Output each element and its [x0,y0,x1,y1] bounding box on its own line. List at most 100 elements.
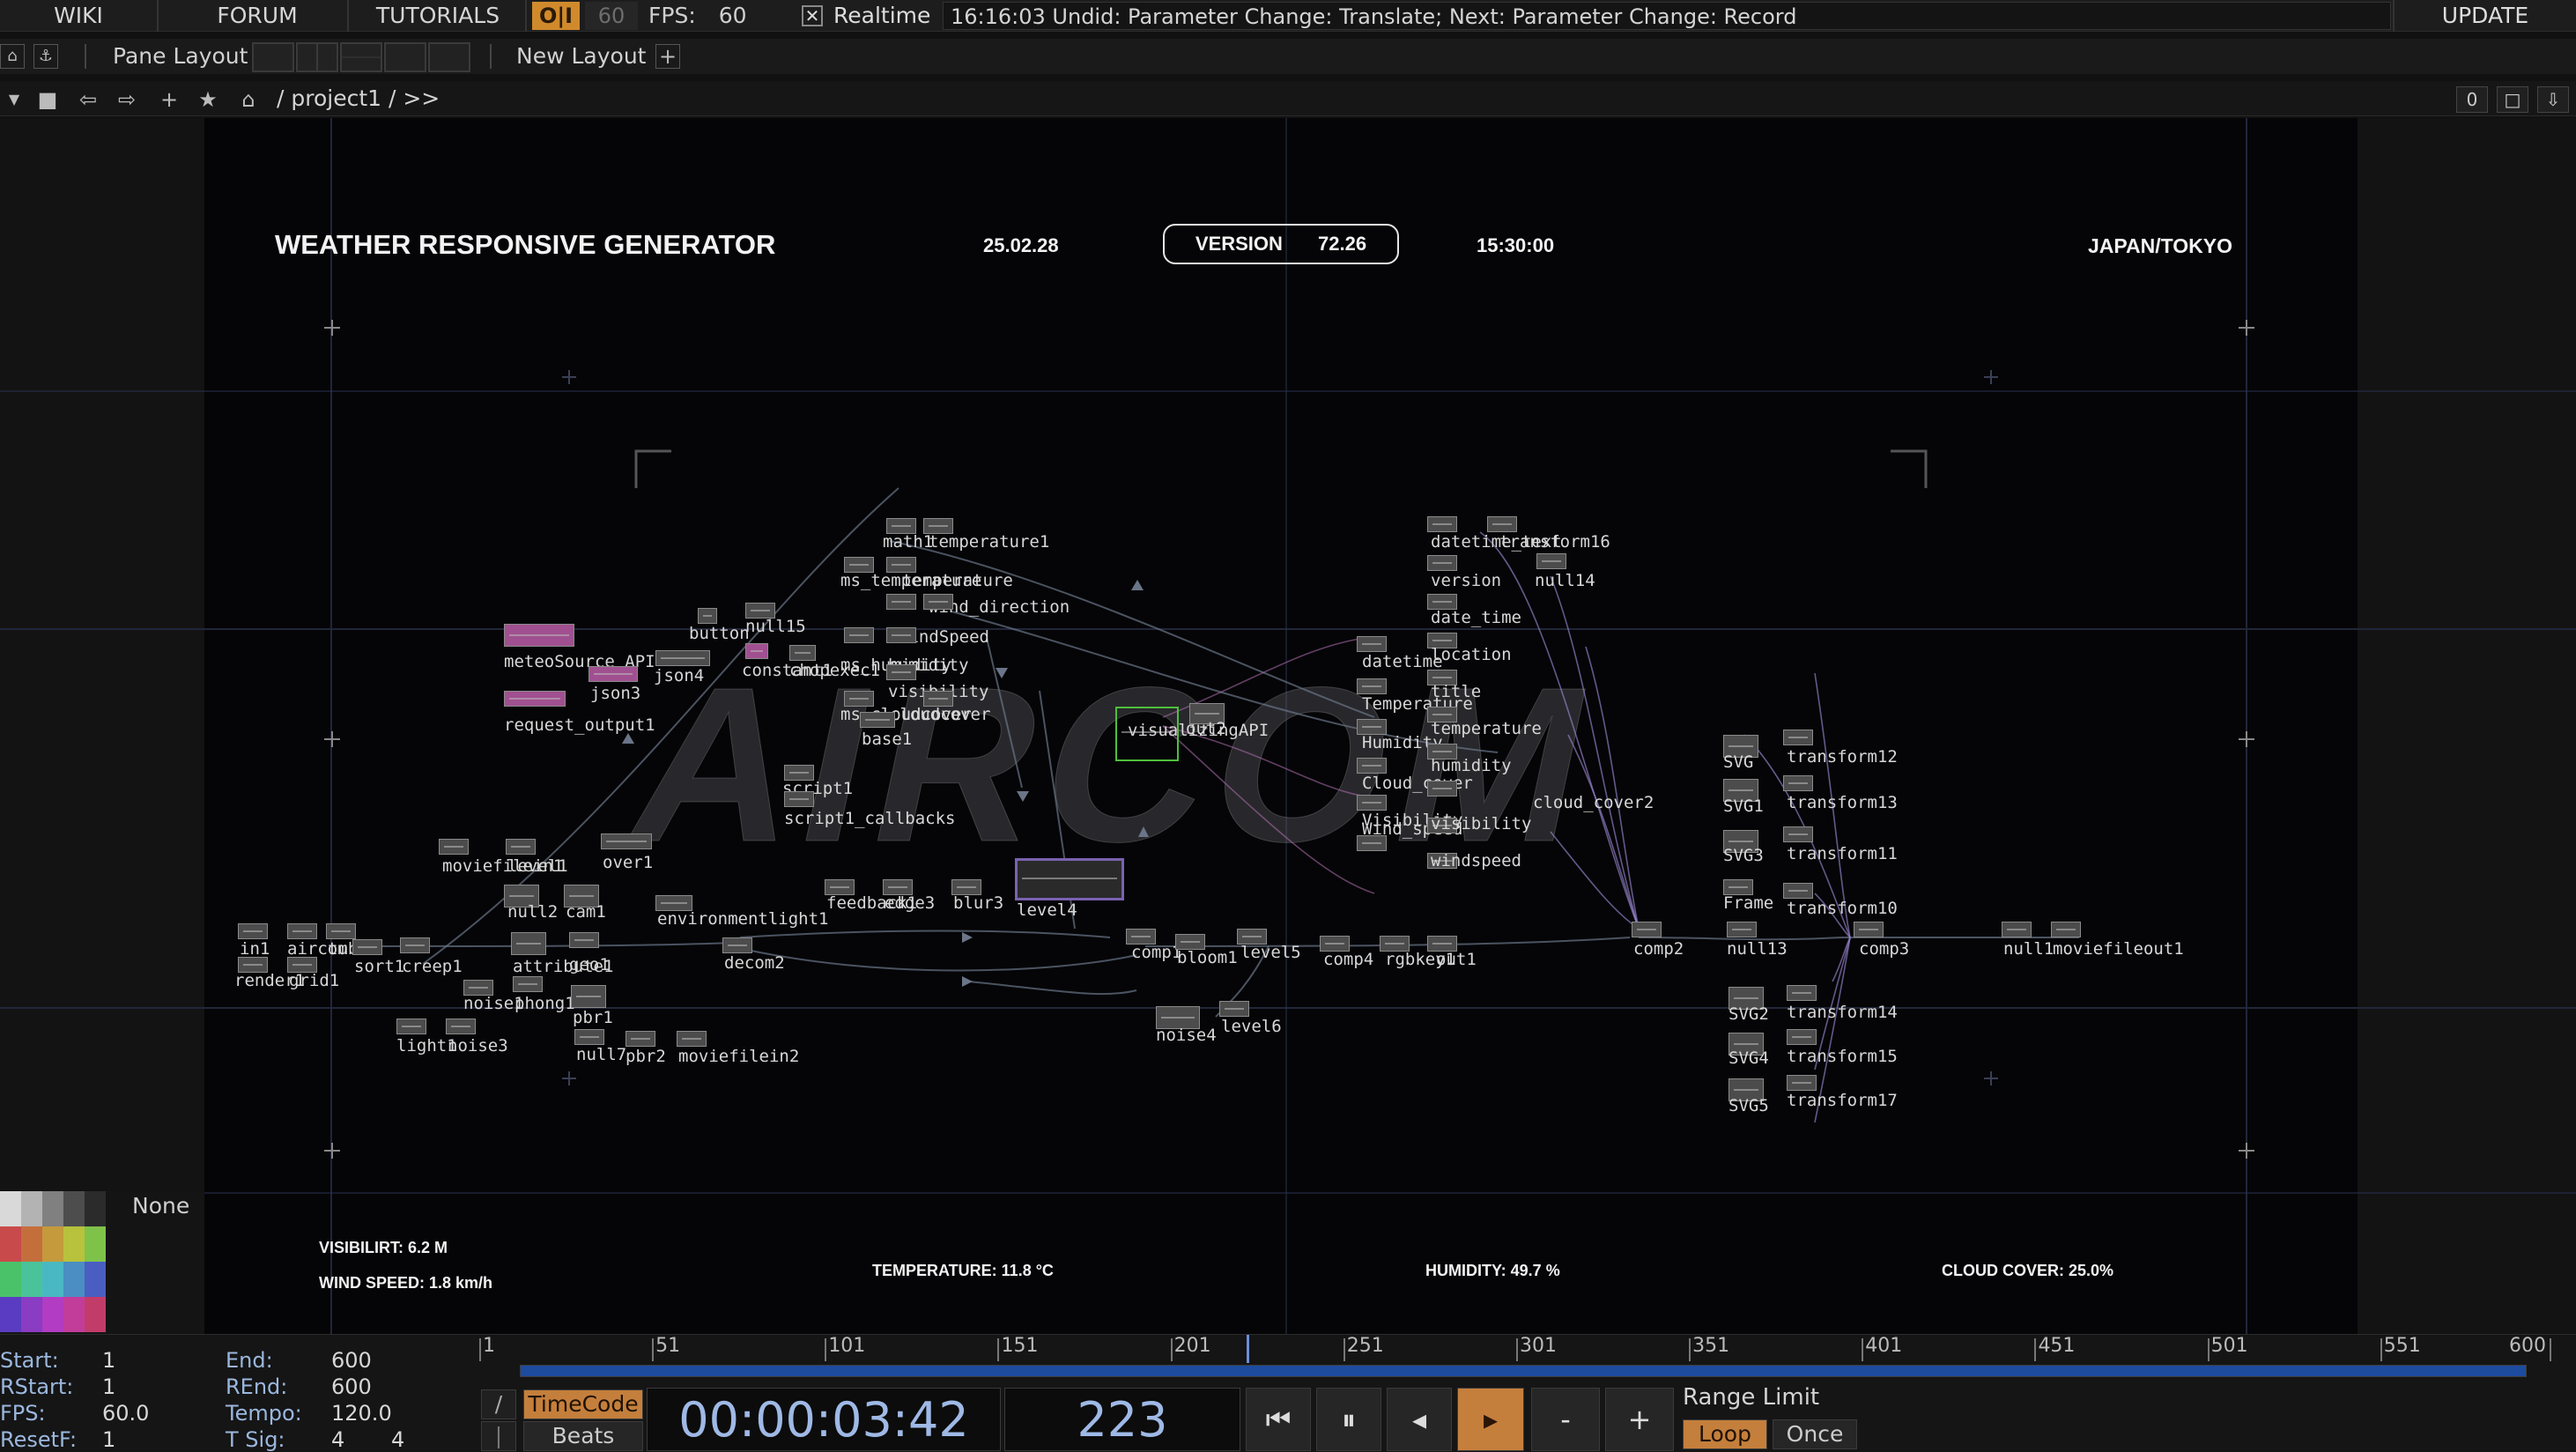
operator-node[interactable]: date_time [1427,594,1521,627]
operator-node[interactable]: script1_callbacks [784,791,955,828]
operator-node-tile[interactable] [601,833,652,849]
home-network-icon[interactable]: ⌂ [234,86,263,113]
operator-node-tile[interactable] [1783,775,1813,791]
operator-node[interactable]: wind_direction [886,594,1070,617]
operator-node-tile[interactable] [511,932,546,955]
loop-button[interactable]: Loop [1683,1419,1767,1449]
operator-node[interactable]: level4 [1015,858,1124,920]
operator-node-tile[interactable] [1427,781,1457,796]
operator-node[interactable]: base1 [860,712,912,749]
operator-node[interactable]: noise1 [463,980,524,1013]
palette-swatch[interactable] [63,1297,85,1332]
operator-node[interactable]: decom2 [722,937,785,973]
tempo-value[interactable]: 120.0 [331,1400,392,1426]
operator-node[interactable]: transform11 [1783,826,1898,863]
operator-node-tile[interactable] [1357,678,1387,694]
operator-node[interactable]: windspeed [1427,851,1521,870]
operator-node[interactable]: SVG [1723,735,1758,772]
operator-node-tile[interactable] [1787,985,1817,1001]
end-value[interactable]: 600 [331,1347,372,1374]
operator-node[interactable]: phong1 [513,976,575,1013]
update-button[interactable]: UPDATE [2393,0,2576,32]
timeline-slash-toggle[interactable]: / [481,1389,516,1419]
palette-swatch[interactable] [85,1191,106,1226]
maximize-pane-icon[interactable]: □ [2497,86,2528,113]
operator-node[interactable]: SVG5 [1728,1078,1769,1115]
operator-node-tile[interactable] [789,645,816,661]
operator-node-tile[interactable] [886,594,916,610]
palette-swatch[interactable] [63,1262,85,1297]
timecode-mode-button[interactable]: TimeCode [523,1389,643,1419]
palette-swatch[interactable] [21,1297,42,1332]
timecode-display[interactable]: 00:00:03:42 [647,1388,1001,1451]
operator-node[interactable]: humidity [886,627,969,675]
operator-node[interactable]: Visibility [1357,795,1462,830]
rend-value[interactable]: 600 [331,1374,372,1400]
operator-node[interactable]: light1 [396,1019,457,1056]
palette-swatch[interactable] [85,1226,106,1262]
operator-node[interactable]: math1 [883,518,933,552]
operator-node[interactable]: transform14 [1787,985,1898,1022]
operator-node[interactable]: blur3 [951,879,1003,913]
operator-node[interactable]: rgbkey1 [1380,936,1455,969]
operator-node[interactable]: comp1 [1126,929,1181,962]
operator-node[interactable]: moviefilein2 [677,1031,799,1066]
operator-node[interactable]: datetime [1357,636,1443,671]
palette-swatch[interactable] [42,1226,63,1262]
operator-node-tile[interactable] [1357,758,1387,774]
operator-node[interactable]: Frame [1723,879,1773,913]
operator-node[interactable]: constant1 [742,643,833,680]
frame-display[interactable]: 223 [1004,1388,1240,1451]
palette-swatch[interactable] [63,1226,85,1262]
operator-node-tile[interactable] [1427,555,1457,571]
operator-node-tile[interactable] [2051,922,2081,937]
operator-node-tile[interactable] [1787,1075,1817,1091]
operator-node[interactable]: transform16 [1487,516,1610,552]
step-minus-button[interactable]: - [1531,1388,1600,1451]
operator-node-tile[interactable] [352,939,382,955]
operator-node-tile[interactable] [844,627,874,643]
operator-node-tile[interactable] [396,1019,426,1034]
operator-node[interactable]: chopexec1 [789,645,880,680]
bookmark-star-icon[interactable]: ★ [194,86,222,113]
menu-wiki[interactable]: WIKI [0,0,159,32]
operator-node[interactable]: temperature1 [923,518,1049,552]
operator-node-tile[interactable] [1783,826,1813,842]
operator-node[interactable]: ms_temperature [840,557,981,590]
palette-swatch[interactable] [85,1262,106,1297]
fps-value[interactable]: 60.0 [102,1400,149,1426]
timeline-ruler[interactable]: 1 51 101 151 201 251 301 351 401 451 501 551 600 [479,1335,2576,1363]
operator-node-tile[interactable] [326,923,356,939]
operator-node-tile[interactable] [655,650,710,666]
operator-node[interactable]: Cloud_cover [1357,758,1473,793]
layout-quad-button[interactable] [428,42,470,72]
operator-node-tile[interactable] [860,712,895,728]
operator-node[interactable]: location [1427,633,1512,664]
rstart-value[interactable]: 1 [102,1374,115,1400]
operator-node-tile[interactable] [569,932,599,948]
operator-node-tile[interactable] [439,839,469,855]
new-layout-label[interactable]: New Layout [516,42,646,70]
tsig-denominator[interactable]: 4 [391,1426,404,1452]
palette-swatch[interactable] [42,1191,63,1226]
start-value[interactable]: 1 [102,1347,115,1374]
resetf-value[interactable]: 1 [102,1426,115,1452]
fps-limit-toggle[interactable]: 60 [585,2,638,30]
operator-node-tile[interactable] [1219,1001,1249,1017]
operator-node[interactable]: transform15 [1787,1029,1898,1066]
operator-node[interactable]: temperature [886,557,1013,590]
operator-node[interactable]: comp2 [1632,922,1684,959]
palette-none-option[interactable]: None [132,1193,189,1219]
operator-node[interactable]: bloom1 [1175,934,1238,967]
step-back-icon[interactable]: ◂ [1387,1388,1452,1451]
pane-id-field[interactable]: 0 [2456,86,2488,113]
operator-node[interactable]: moviefilein1 [439,839,563,876]
operator-node[interactable]: temperature [1427,707,1542,738]
operator-node[interactable]: null1 [2002,922,2054,959]
operator-node-tile[interactable] [506,839,536,855]
operator-node[interactable]: Humidity [1357,719,1443,752]
operator-node[interactable]: level1 [506,839,568,876]
palette-swatch[interactable] [0,1297,21,1332]
operator-node-tile[interactable] [1783,883,1813,899]
timeline-bar-toggle[interactable]: | [481,1421,516,1451]
